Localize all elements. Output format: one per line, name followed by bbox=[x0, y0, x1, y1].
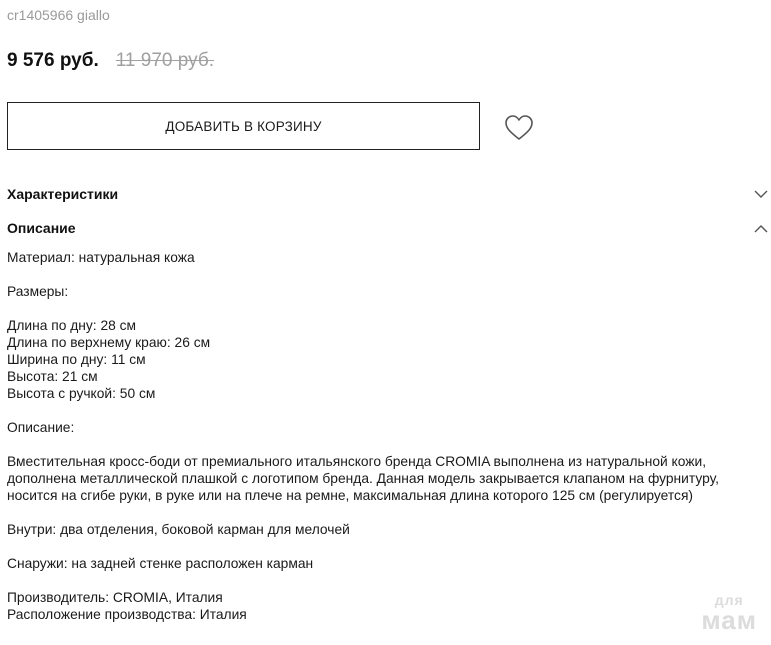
price-row: 9 576 руб. 11 970 руб. bbox=[7, 50, 214, 72]
size-item: Высота: 21 см bbox=[7, 369, 98, 384]
current-price: 9 576 руб. bbox=[7, 50, 99, 71]
description-body: Материал: натуральная кожа Размеры: Длин… bbox=[7, 249, 767, 623]
size-item: Длина по дну: 28 см bbox=[7, 318, 137, 333]
size-item: Высота с ручкой: 50 см bbox=[7, 386, 156, 401]
characteristics-title: Характеристики bbox=[7, 186, 119, 202]
watermark-big: мам bbox=[701, 605, 757, 635]
product-sku: cr1405966 giallo bbox=[7, 7, 110, 23]
heart-icon[interactable] bbox=[504, 114, 534, 142]
characteristics-section-header[interactable]: Характеристики bbox=[7, 186, 771, 202]
add-to-cart-button[interactable]: ДОБАВИТЬ В КОРЗИНУ bbox=[7, 102, 480, 150]
production-location-text: Расположение производства: Италия bbox=[7, 607, 247, 622]
inside-text: Внутри: два отделения, боковой карман дл… bbox=[7, 522, 350, 537]
old-price: 11 970 руб. bbox=[115, 50, 214, 71]
chevron-up-icon bbox=[754, 224, 768, 232]
material-text: Материал: натуральная кожа bbox=[7, 250, 195, 265]
size-item: Ширина по дну: 11 см bbox=[7, 352, 146, 367]
description-title: Описание bbox=[7, 220, 76, 236]
chevron-down-icon bbox=[754, 190, 768, 198]
description-section-header[interactable]: Описание bbox=[7, 220, 771, 236]
description-subtitle: Описание: bbox=[7, 420, 75, 435]
watermark-logo: для мам bbox=[701, 593, 757, 633]
size-item: Длина по верхнему краю: 26 см bbox=[7, 335, 211, 350]
description-text: Вместительная кросс-боди от премиального… bbox=[7, 454, 719, 503]
outside-text: Снаружи: на задней стенке расположен кар… bbox=[7, 556, 314, 571]
sizes-title: Размеры: bbox=[7, 284, 69, 299]
manufacturer-text: Производитель: CROMIA, Италия bbox=[7, 590, 223, 605]
